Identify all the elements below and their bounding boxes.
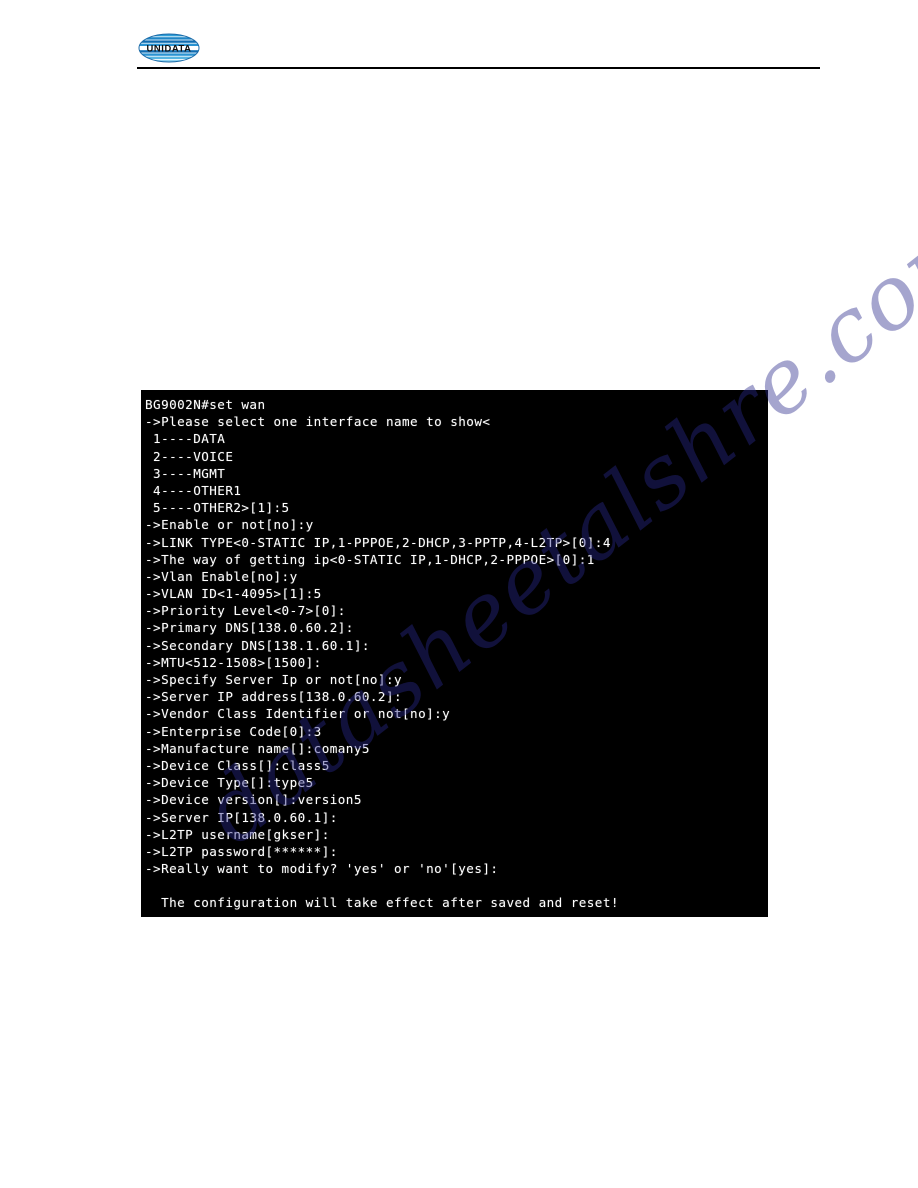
terminal-line: BG9002N#set wan [145,397,266,412]
terminal-line: ->Manufacture name[]:comany5 [145,740,370,756]
terminal-line: 2----VOICE [145,448,234,464]
page-header: UNIDATA [0,0,918,78]
terminal-line: ->Secondary DNS[138.1.60.1]: [145,637,370,653]
terminal-line: ->Priority Level<0-7>[0]: [145,603,346,619]
terminal-line: ->L2TP password[******]: [145,843,338,859]
terminal-line: 5----OTHER2>[1]:5 [145,500,290,516]
terminal-line: ->Device Type[]:type5 [145,775,314,791]
terminal-line: 1----DATA [145,431,226,447]
terminal-line: 4----OTHER1 [145,482,242,498]
terminal-line: ->Enable or not[no]:y [145,517,314,533]
terminal-line: ->Enterprise Code[0]:3 [145,723,322,739]
terminal-line: ->MTU<512-1508>[1500]: [145,654,322,670]
terminal-line: ->VLAN ID<1-4095>[1]:5 [145,586,322,602]
terminal-line: ->Please select one interface name to sh… [145,414,491,430]
terminal-line: ->Device version[]:version5 [145,792,362,808]
terminal-line: ->Vlan Enable[no]:y [145,568,298,584]
terminal-line: ->L2TP username[gkser]: [145,826,330,842]
terminal-console-output: BG9002N#set wan ->Please select one inter… [141,390,768,917]
terminal-line: ->Really want to modify? 'yes' or 'no'[y… [145,861,499,877]
unidata-logo: UNIDATA [138,33,200,63]
terminal-line: ->Server IP address[138.0.60.2]: [145,689,403,705]
terminal-line: ->Primary DNS[138.0.60.2]: [145,620,354,636]
terminal-line: ->LINK TYPE<0-STATIC IP,1-PPPOE,2-DHCP,3… [145,534,611,550]
terminal-line: The configuration will take effect after… [145,895,619,911]
terminal-line: ->Server IP[138.0.60.1]: [145,809,338,825]
terminal-screenshot: BG9002N#set wan ->Please select one inter… [141,390,768,917]
terminal-line: 3----MGMT [145,465,226,481]
unidata-logo-wordmark: UNIDATA [147,43,192,54]
header-divider-rule [137,67,820,69]
unidata-logo-icon: UNIDATA [138,33,200,63]
terminal-line: ->Specify Server Ip or not[no]:y [145,672,403,687]
terminal-line: ->The way of getting ip<0-STATIC IP,1-DH… [145,551,595,567]
terminal-line: ->Vendor Class Identifier or not[no]:y [145,706,451,722]
terminal-line: ->Device Class[]:class5 [145,757,330,773]
